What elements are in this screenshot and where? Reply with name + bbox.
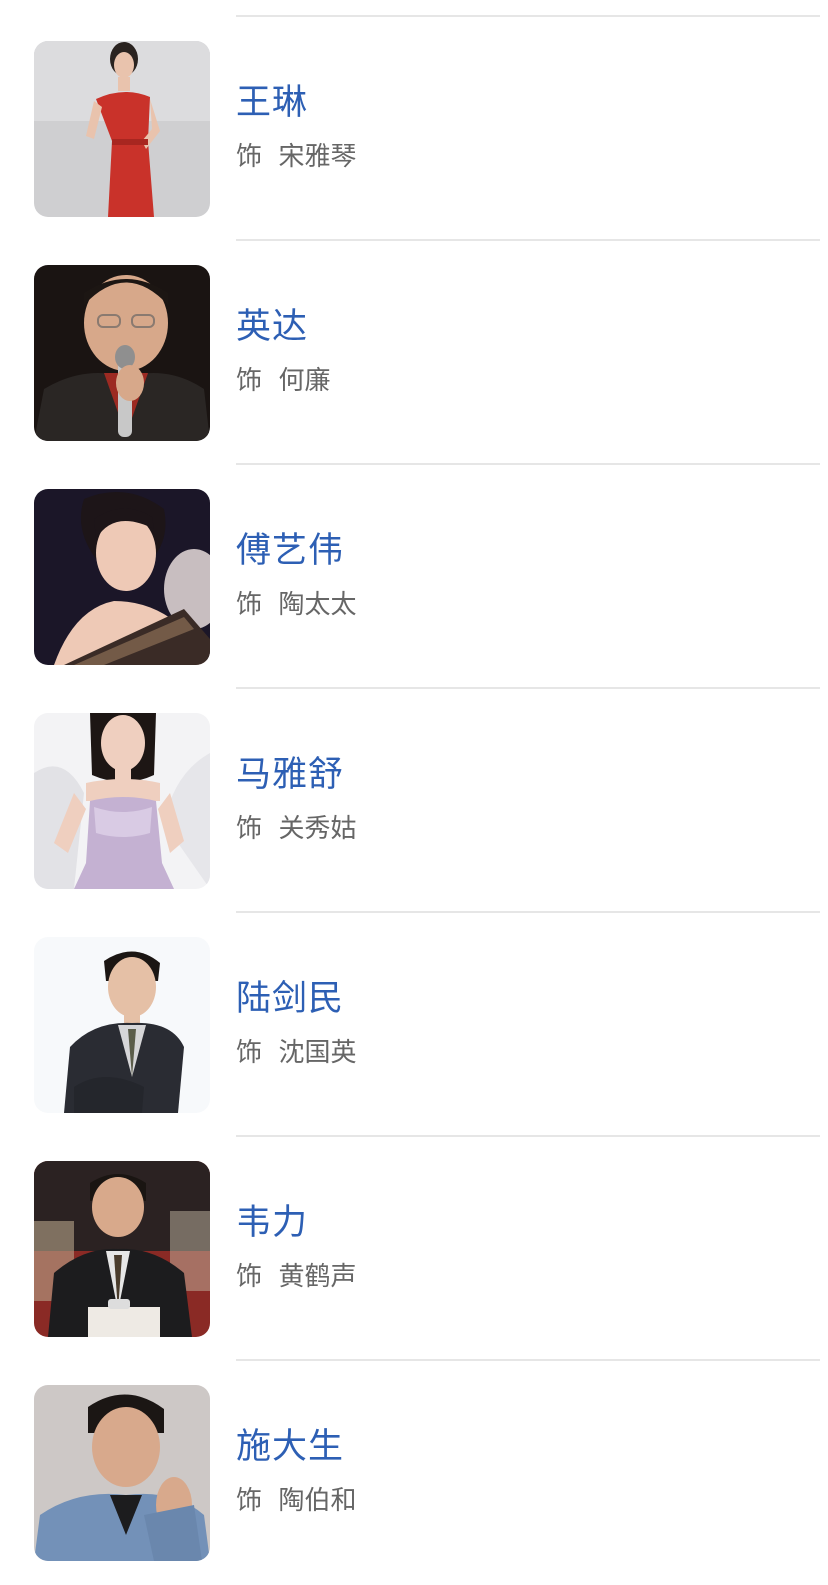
cast-item[interactable]: 英达 饰 何廉 — [0, 241, 828, 465]
role-line: 饰 陶太太 — [236, 588, 357, 622]
portrait-woman-lavender-gown-icon — [34, 713, 210, 889]
role-name: 黄鹤声 — [278, 1262, 357, 1292]
actor-name[interactable]: 傅艺伟 — [236, 529, 344, 573]
portrait-woman-dark-background-icon — [34, 489, 210, 665]
cast-item[interactable]: 韦力 饰 黄鹤声 — [0, 1137, 828, 1361]
role-prefix: 饰 — [236, 814, 263, 844]
portrait-man-dark-suit-icon — [34, 937, 210, 1113]
actor-photo[interactable] — [34, 489, 210, 665]
role-line: 饰 何廉 — [236, 364, 331, 398]
cast-item[interactable]: 陆剑民 饰 沈国英 — [0, 913, 828, 1137]
role-line: 饰 陶伯和 — [236, 1484, 357, 1518]
role-name: 关秀姑 — [278, 814, 357, 844]
role-name: 宋雅琴 — [278, 142, 357, 172]
cast-item[interactable]: 施大生 饰 陶伯和 — [0, 1361, 828, 1585]
role-name: 何廉 — [278, 366, 331, 396]
role-prefix: 饰 — [236, 1486, 263, 1516]
actor-name[interactable]: 英达 — [236, 305, 308, 349]
actor-photo[interactable] — [34, 1161, 210, 1337]
actor-photo[interactable] — [34, 1385, 210, 1561]
actor-name[interactable]: 陆剑民 — [236, 977, 344, 1021]
role-line: 饰 沈国英 — [236, 1036, 357, 1070]
actor-photo[interactable] — [34, 265, 210, 441]
role-line: 饰 黄鹤声 — [236, 1260, 357, 1294]
role-line: 饰 宋雅琴 — [236, 140, 357, 174]
portrait-woman-red-dress-icon — [34, 41, 210, 217]
portrait-man-microphone-icon — [34, 265, 210, 441]
actor-name[interactable]: 施大生 — [236, 1425, 344, 1469]
actor-photo[interactable] — [34, 937, 210, 1113]
actor-photo[interactable] — [34, 713, 210, 889]
actor-name[interactable]: 韦力 — [236, 1201, 308, 1245]
cast-item[interactable]: 傅艺伟 饰 陶太太 — [0, 465, 828, 689]
role-name: 陶太太 — [278, 590, 357, 620]
role-name: 陶伯和 — [278, 1486, 357, 1516]
role-prefix: 饰 — [236, 142, 263, 172]
actor-name[interactable]: 马雅舒 — [236, 753, 344, 797]
portrait-man-press-conference-icon — [34, 1161, 210, 1337]
cast-item[interactable]: 王琳 饰 宋雅琴 — [0, 17, 828, 241]
role-line: 饰 关秀姑 — [236, 812, 357, 846]
role-name: 沈国英 — [278, 1038, 357, 1068]
actor-photo[interactable] — [34, 41, 210, 217]
role-prefix: 饰 — [236, 590, 263, 620]
role-prefix: 饰 — [236, 1262, 263, 1292]
cast-item[interactable]: 马雅舒 饰 关秀姑 — [0, 689, 828, 913]
role-prefix: 饰 — [236, 1038, 263, 1068]
actor-name[interactable]: 王琳 — [236, 81, 308, 125]
role-prefix: 饰 — [236, 366, 263, 396]
portrait-man-denim-jacket-icon — [34, 1385, 210, 1561]
